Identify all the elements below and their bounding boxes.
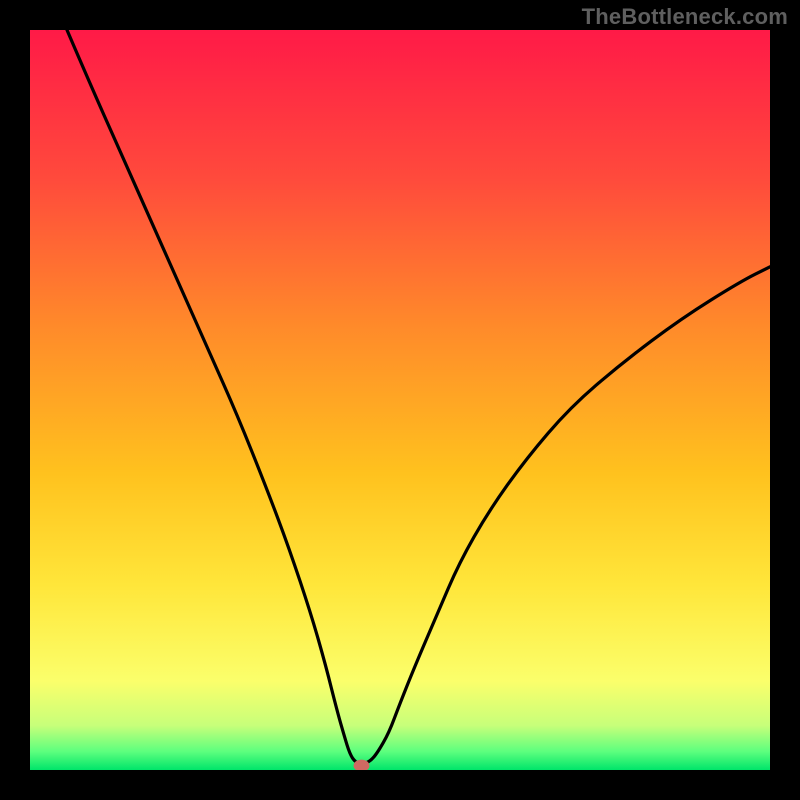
plot-svg	[30, 30, 770, 770]
watermark-text: TheBottleneck.com	[582, 4, 788, 30]
plot-area	[30, 30, 770, 770]
gradient-background	[30, 30, 770, 770]
chart-frame: TheBottleneck.com	[0, 0, 800, 800]
